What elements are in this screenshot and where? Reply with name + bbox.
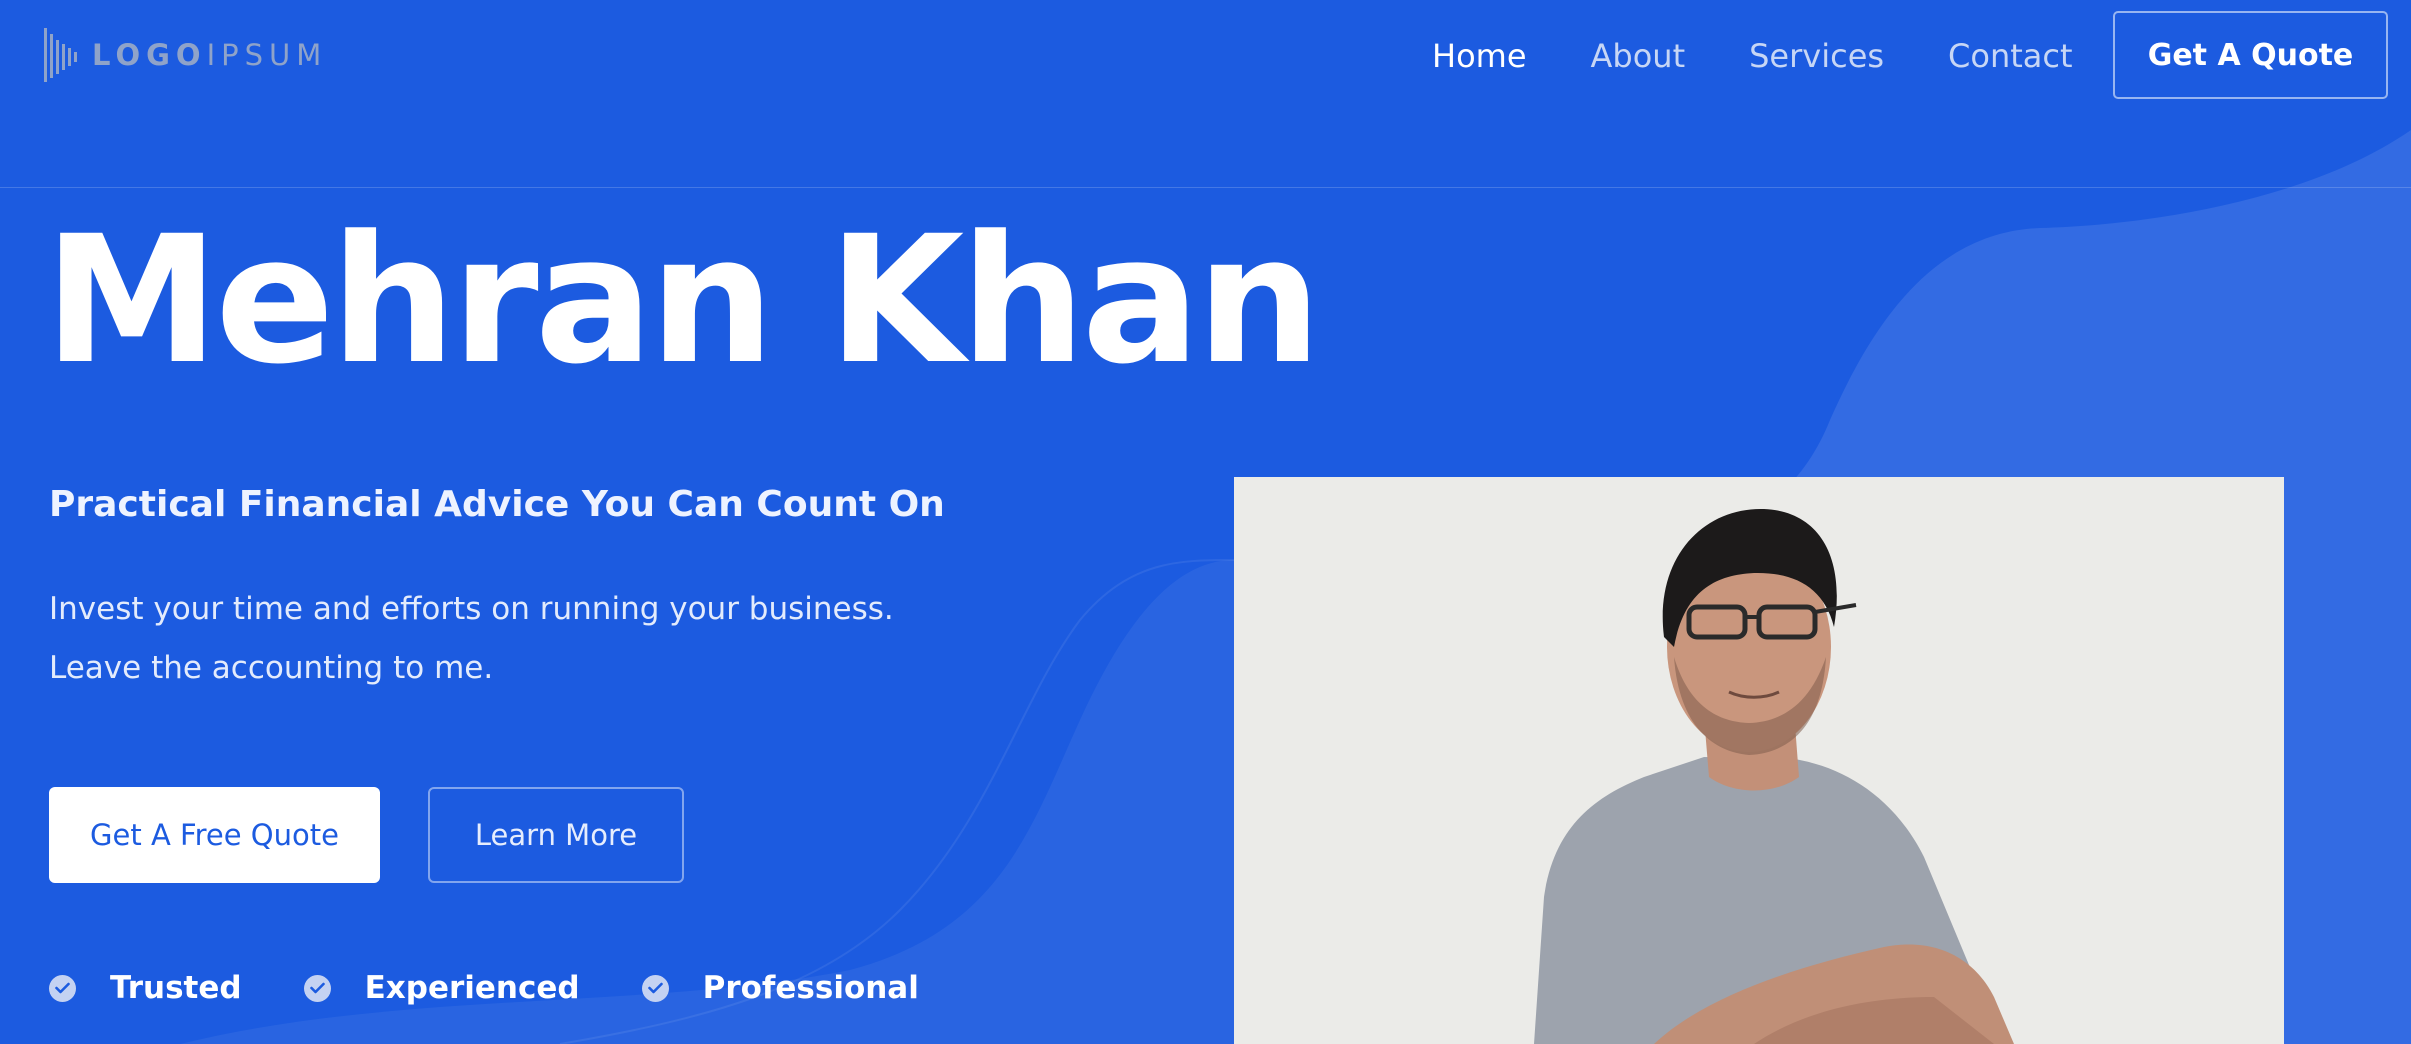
check-circle-icon [49,974,76,1002]
learn-more-button[interactable]: Learn More [428,787,684,883]
feature-trusted: Trusted [49,970,242,1006]
main-nav: Home About Services Contact [1432,30,2137,82]
feature-label: Experienced [364,970,580,1006]
nav-contact[interactable]: Contact [1948,30,2073,82]
profile-photo [1234,477,2284,1044]
feature-label: Trusted [110,970,242,1006]
nav-about[interactable]: About [1591,30,1686,82]
hero-description-line-1: Invest your time and efforts on running … [49,591,894,627]
logo-text-light: IPSUM [206,38,328,72]
feature-experienced: Experienced [303,970,580,1006]
logo-bars-icon [44,28,77,82]
logo[interactable]: LOGOIPSUM [44,26,327,84]
hero-subtitle: Practical Financial Advice You Can Count… [49,484,945,525]
feature-professional: Professional [641,970,919,1006]
feature-list: Trusted Experienced Professional [49,970,981,1006]
nav-home[interactable]: Home [1432,30,1527,82]
hero-description: Invest your time and efforts on running … [49,580,949,698]
site-header: LOGOIPSUM Home About Services Contact Ge… [0,0,2411,188]
check-circle-icon [303,974,331,1002]
hero-description-line-2: Leave the accounting to me. [49,650,494,686]
logo-text: LOGOIPSUM [92,38,327,72]
logo-text-bold: LOGO [92,38,207,72]
check-circle-icon [641,974,669,1002]
hero-title: Mehran Khan [44,198,1322,403]
nav-services[interactable]: Services [1749,30,1884,82]
landing-page: LOGOIPSUM Home About Services Contact Ge… [0,0,2411,1044]
get-free-quote-button[interactable]: Get A Free Quote [49,787,380,883]
get-a-quote-button[interactable]: Get A Quote [2113,11,2388,99]
feature-label: Professional [702,970,919,1006]
